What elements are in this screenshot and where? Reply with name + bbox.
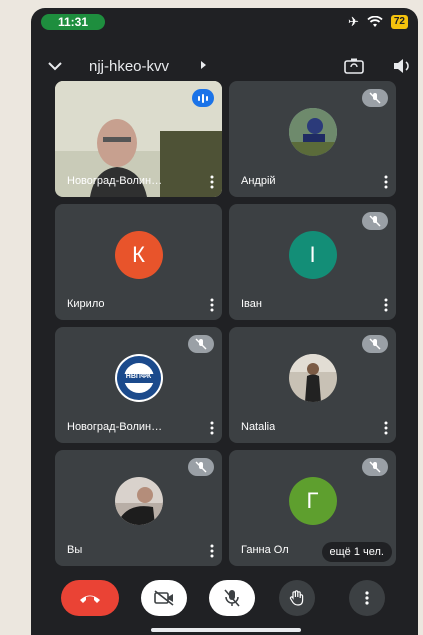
hang-up-icon <box>80 595 100 603</box>
participant-tile-5[interactable]: НВПФК Новоград-Волин… <box>55 327 222 443</box>
airplane-icon: ✈ <box>347 14 359 29</box>
participant-name: Іван <box>241 298 262 310</box>
more-vert-icon <box>365 591 369 605</box>
end-call-button[interactable] <box>61 580 119 616</box>
participant-tile-8[interactable]: Г Ганна Ол ещё 1 чел. <box>229 450 396 566</box>
home-indicator[interactable] <box>151 628 301 632</box>
more-options-button[interactable] <box>349 580 385 616</box>
participant-name: Андрій <box>241 175 276 187</box>
status-time: 11:31 <box>41 14 105 30</box>
participant-name: Natalia <box>241 421 276 433</box>
photo-avatar <box>288 354 337 403</box>
participant-tile-7[interactable]: Вы <box>55 450 222 566</box>
letter-avatar: К <box>114 231 163 280</box>
meeting-code[interactable]: njj-hkeo-kvv <box>89 58 169 75</box>
more-options-icon[interactable] <box>208 421 216 435</box>
more-options-icon[interactable] <box>208 298 216 312</box>
letter-avatar: Г <box>288 477 337 526</box>
participant-name: Новоград-Волин… <box>67 175 163 187</box>
participant-name: Вы <box>67 544 83 556</box>
participant-tile-6[interactable]: Natalia <box>229 327 396 443</box>
letter-avatar: І <box>288 231 337 280</box>
chevron-down-icon[interactable] <box>45 56 65 76</box>
mic-off-icon <box>362 458 388 476</box>
participant-tile-1[interactable]: Новоград-Волин… <box>55 81 222 197</box>
participant-tile-4[interactable]: І Іван <box>229 204 396 320</box>
status-icons: ✈ 72 <box>348 13 408 31</box>
more-options-icon[interactable] <box>208 175 216 189</box>
mic-off-icon <box>362 335 388 353</box>
speaker-icon[interactable] <box>391 56 413 76</box>
mic-off-icon <box>362 212 388 230</box>
mic-off-icon <box>224 589 240 607</box>
photo-avatar <box>288 108 337 157</box>
more-options-icon[interactable] <box>382 421 390 435</box>
more-options-icon[interactable] <box>382 175 390 189</box>
camera-off-icon <box>154 590 174 606</box>
battery-indicator: 72 <box>390 15 408 29</box>
logo-avatar: НВПФК <box>114 354 163 403</box>
hand-icon <box>289 590 304 606</box>
participant-tile-3[interactable]: К Кирило <box>55 204 222 320</box>
participant-name: Кирило <box>67 298 105 310</box>
wifi-icon <box>367 16 383 27</box>
mic-toggle-button[interactable] <box>209 580 255 616</box>
switch-camera-icon[interactable] <box>343 56 365 76</box>
participant-name: Новоград-Волин… <box>67 421 163 433</box>
speaking-indicator-icon <box>192 89 214 107</box>
mic-off-icon <box>362 89 388 107</box>
photo-avatar <box>114 477 163 526</box>
participant-tile-2[interactable]: Андрій <box>229 81 396 197</box>
mic-off-icon <box>188 458 214 476</box>
phone-screen: 11:31 ✈ 72 njj-hkeo-kvv Новоград-Волин… … <box>31 8 418 635</box>
more-options-icon[interactable] <box>382 298 390 312</box>
meeting-header: njj-hkeo-kvv <box>31 52 418 82</box>
more-participants-pill[interactable]: ещё 1 чел. <box>321 542 392 562</box>
mic-off-icon <box>188 335 214 353</box>
more-options-icon[interactable] <box>208 544 216 558</box>
raise-hand-button[interactable] <box>279 580 315 616</box>
caret-right-icon[interactable] <box>201 61 206 69</box>
participant-name: Ганна Ол <box>241 544 289 556</box>
camera-toggle-button[interactable] <box>141 580 187 616</box>
status-bar: 11:31 ✈ 72 <box>31 8 418 36</box>
